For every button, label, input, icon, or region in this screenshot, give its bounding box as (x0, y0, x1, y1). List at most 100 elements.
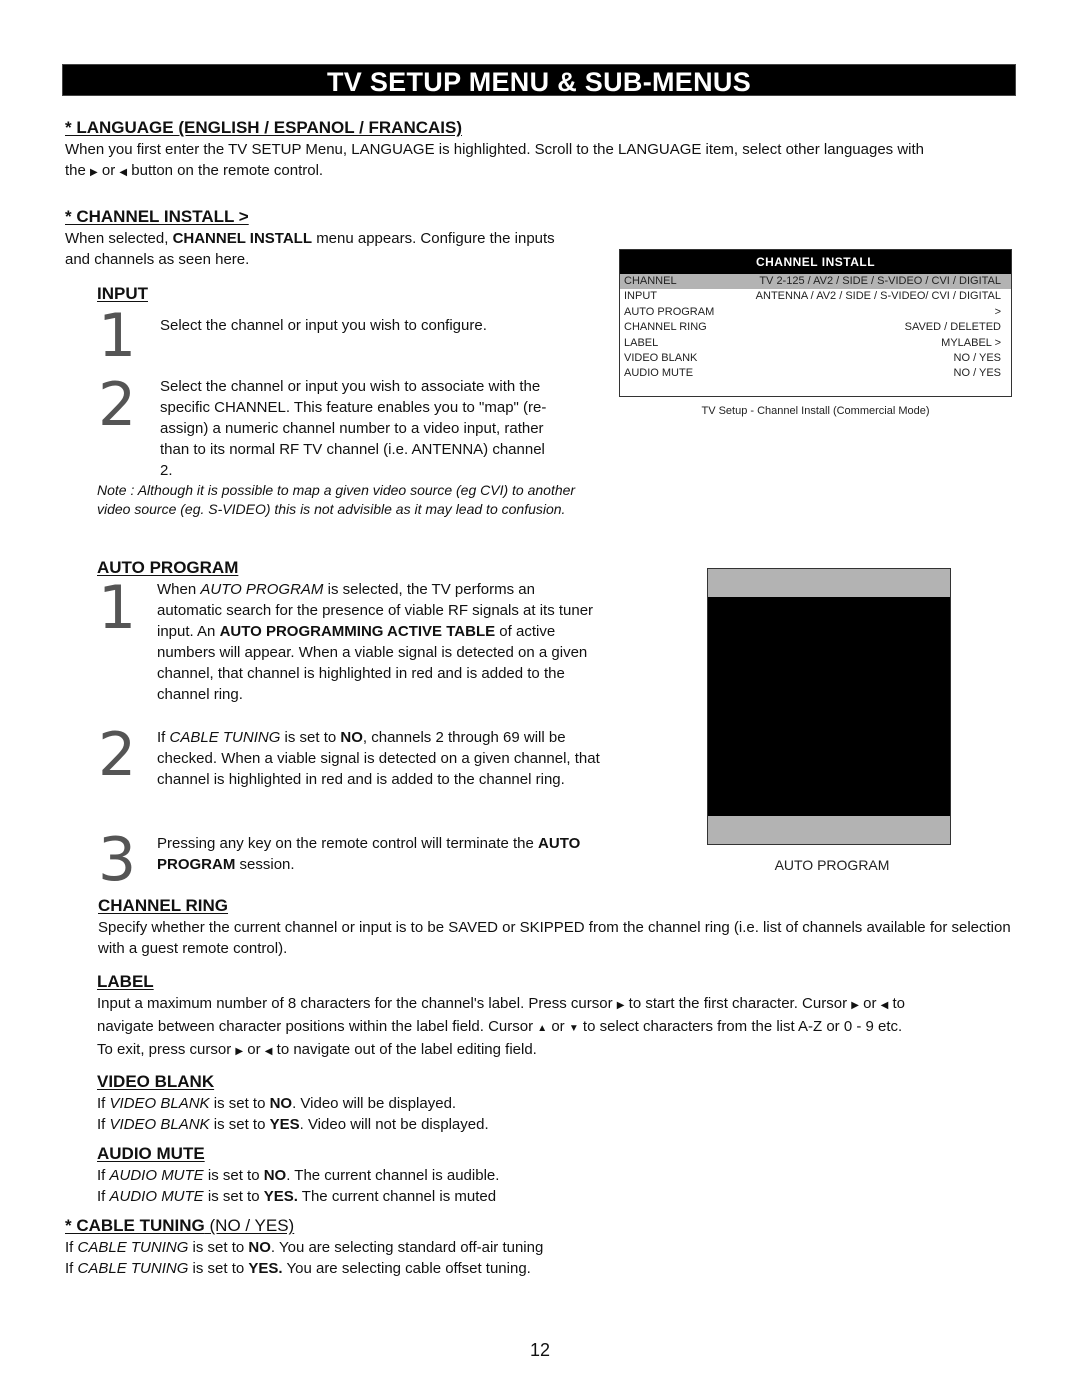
audio-mute-line: If AUDIO MUTE is set to NO. The current … (97, 1165, 697, 1186)
text-fragment: If (97, 1116, 106, 1133)
label-text: Input a maximum number of 8 characters f… (97, 993, 1042, 1062)
text-fragment: to navigate out of the label editing fie… (276, 1041, 537, 1058)
text-fragment: or (101, 162, 116, 179)
input-step-1-text: Select the channel or input you wish to … (160, 317, 487, 334)
cable-tuning-heading-suffix: (NO / YES) (209, 1216, 295, 1235)
auto-program-step-1-text: When AUTO PROGRAM is selected, the TV pe… (157, 579, 602, 705)
text-bold: NO (248, 1239, 271, 1256)
step-number: 1 (98, 301, 137, 371)
text-fragment: to select characters from the list A-Z o… (582, 1018, 903, 1035)
text-bold: NO (340, 729, 363, 746)
text-italic: VIDEO BLANK (109, 1095, 210, 1112)
text-italic: VIDEO BLANK (109, 1116, 210, 1133)
text-italic: CABLE TUNING (77, 1239, 189, 1256)
text-italic: CABLE TUNING (169, 729, 281, 746)
text-fragment: If (65, 1260, 74, 1277)
screen-bottom-bar (708, 816, 950, 844)
menu-row-value: NO / YES (953, 351, 1001, 364)
text-fragment: navigate between character positions wit… (97, 1018, 534, 1035)
menu-row-value: SAVED / DELETED (904, 321, 1001, 334)
page-title: TV SETUP MENU & SUB-MENUS (62, 64, 1016, 97)
menu-row-label: LABEL MYLABEL > (620, 336, 1011, 351)
text-fragment: is set to (207, 1188, 260, 1205)
channel-ring-heading: CHANNEL RING (98, 896, 229, 915)
text-fragment: . The current channel is audible. (286, 1167, 500, 1184)
menu-row-value: NO / YES (953, 367, 1001, 380)
menu-row-video-blank: VIDEO BLANK NO / YES (620, 351, 1011, 366)
input-note: Note : Although it is possible to map a … (97, 482, 576, 517)
text-fragment: If (65, 1239, 74, 1256)
right-arrow-icon: ▶ (235, 1046, 244, 1057)
cable-tuning-heading: * CABLE TUNING (NO / YES) (65, 1216, 294, 1236)
text-fragment: button on the remote control. (131, 162, 324, 179)
left-arrow-icon: ◀ (119, 167, 128, 178)
input-step-2-text: Select the channel or input you wish to … (160, 378, 547, 479)
text-fragment: or (863, 995, 877, 1012)
text-bold: NO (263, 1167, 287, 1184)
label-text-line3: To exit, press cursor ▶ or ◀ to navigate… (97, 1039, 1042, 1062)
text-fragment: is set to (207, 1167, 260, 1184)
text-fragment: When selected, (65, 230, 169, 247)
text-bold: YES (269, 1116, 300, 1133)
text-fragment: the (65, 162, 86, 179)
auto-program-screen-figure (707, 568, 951, 845)
text-fragment: session. (239, 856, 295, 873)
menu-row-input: INPUT ANTENNA / AV2 / SIDE / S-VIDEO/ CVI… (620, 289, 1011, 304)
menu-row-value: > (994, 305, 1001, 318)
video-blank-line: If VIDEO BLANK is set to NO. Video will … (97, 1093, 697, 1114)
text-fragment: or (551, 1018, 565, 1035)
text-fragment: is set to (284, 729, 337, 746)
menu-row-label: VIDEO BLANK (624, 351, 698, 364)
text-italic: AUTO PROGRAM (200, 581, 324, 598)
step-number: 3 (98, 825, 137, 895)
left-arrow-icon: ◀ (880, 1000, 889, 1011)
left-arrow-icon: ◀ (264, 1046, 273, 1057)
menu-row-audio-mute: AUDIO MUTE NO / YES (620, 366, 1011, 381)
text-fragment: You are selecting cable offset tuning. (282, 1260, 531, 1277)
menu-row-channel: CHANNEL TV 2-125 / AV2 / SIDE / S-VIDEO /… (620, 274, 1011, 290)
step-number: 1 (98, 573, 137, 643)
menu-row-label: AUDIO MUTE (624, 367, 694, 380)
right-arrow-icon: ▶ (851, 1000, 859, 1011)
step-number: 2 (98, 370, 137, 440)
text-bold: YES. (248, 1260, 283, 1277)
text-fragment: is set to (192, 1239, 245, 1256)
right-arrow-icon: ▶ (90, 167, 98, 178)
text-fragment: Input a maximum number of 8 characters f… (97, 995, 613, 1012)
language-text-line1: When you first enter the TV SETUP Menu, … (65, 141, 925, 158)
menu-row-label: CHANNEL RING (624, 321, 707, 334)
menu-figure-caption: TV Setup - Channel Install (Commercial M… (701, 405, 930, 417)
text-bold: AUTO PROGRAMMING ACTIVE TABLE (219, 623, 496, 640)
text-fragment: If (157, 729, 166, 746)
text-bold: CHANNEL INSTALL (172, 230, 313, 247)
text-fragment: . Video will be displayed. (292, 1095, 457, 1112)
text-fragment: If (97, 1188, 106, 1205)
audio-mute-line: If AUDIO MUTE is set to YES. The current… (97, 1186, 697, 1207)
menu-rows: CHANNEL TV 2-125 / AV2 / SIDE / S-VIDEO /… (620, 274, 1011, 382)
page-number: 12 (529, 1340, 551, 1360)
auto-program-figure-caption: AUTO PROGRAM (774, 857, 890, 873)
screen-top-bar (708, 569, 950, 597)
label-heading: LABEL (97, 972, 154, 991)
language-text: When you first enter the TV SETUP Menu, … (65, 139, 1025, 183)
menu-header: CHANNEL INSTALL (620, 250, 1011, 274)
label-text-line1: Input a maximum number of 8 characters f… (97, 993, 1042, 1016)
video-blank-line: If VIDEO BLANK is set to YES. Video will… (97, 1114, 697, 1135)
text-fragment: If (97, 1167, 106, 1184)
channel-install-heading: * CHANNEL INSTALL > (65, 207, 249, 226)
menu-row-value: MYLABEL > (941, 336, 1001, 349)
menu-row-label: AUTO PROGRAM (624, 305, 715, 318)
text-fragment: to start the first character. Cursor (628, 995, 848, 1012)
label-text-line2: navigate between character positions wit… (97, 1016, 1042, 1039)
text-fragment: or (247, 1041, 261, 1058)
menu-row-channel-ring: CHANNEL RING SAVED / DELETED (620, 320, 1011, 335)
text-fragment: is set to (213, 1095, 266, 1112)
language-text-line2: the ▶ or ◀ button on the remote control. (65, 160, 1025, 183)
menu-row-label: LABEL (624, 336, 659, 349)
text-italic: CABLE TUNING (77, 1260, 189, 1277)
menu-row-auto-program: AUTO PROGRAM > (620, 305, 1011, 320)
video-blank-heading: VIDEO BLANK (97, 1072, 215, 1091)
down-arrow-icon: ▼ (568, 1023, 579, 1034)
text-fragment: to (892, 995, 906, 1012)
channel-install-menu-figure: CHANNEL INSTALL CHANNEL TV 2-125 / AV2 / … (619, 249, 1012, 397)
